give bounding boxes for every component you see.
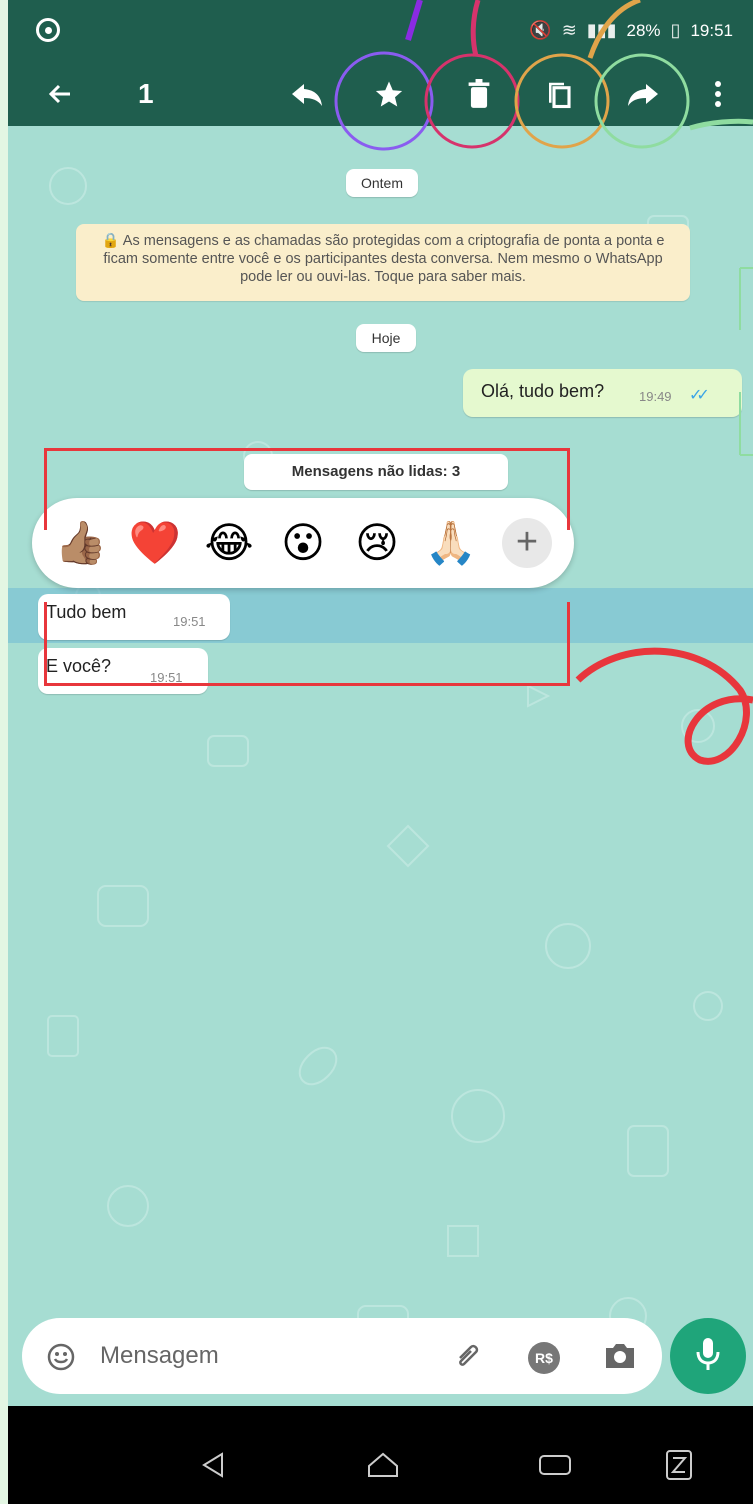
whatsapp-notification-icon [36,18,60,42]
home-nav-icon[interactable] [366,1450,400,1480]
delete-button[interactable] [454,62,504,126]
date-divider-today: Hoje [356,324,416,352]
star-button[interactable] [364,62,414,126]
signal-icon: ▮▮▮ [586,20,617,40]
message-time: 19:49 [639,389,672,404]
camera-icon[interactable] [602,1340,638,1372]
mute-icon: 🔇 [529,20,552,40]
microphone-icon [696,1338,720,1370]
more-icon [715,81,721,107]
forward-icon [628,84,658,106]
read-receipt-icon: ✓✓ [689,387,710,404]
chat-area[interactable]: Ontem 🔒 As mensagens e as chamadas são p… [8,126,753,1406]
phone-screen: 🔇 ≋ ▮▮▮ 28% ▯ 19:51 1 Ontem 🔒 As mensage… [8,0,753,1504]
selected-count: 1 [138,78,154,109]
back-icon [48,84,70,104]
delete-icon [468,79,490,108]
annotation-box-bottom [44,602,570,686]
wifi-icon: ≋ [561,20,577,40]
copy-button[interactable] [534,62,584,126]
recents-nav-icon[interactable] [538,1452,572,1478]
date-divider-yesterday: Ontem [346,169,418,197]
reply-icon [292,84,322,106]
message-text: Olá, tudo bem? [481,381,605,401]
attach-icon[interactable] [452,1340,486,1374]
copy-icon [549,82,571,109]
outgoing-message[interactable]: Olá, tudo bem? 19:49 ✓✓ [463,369,742,417]
wallpaper-pattern [47,167,723,1357]
message-composer: Mensagem R$ [22,1318,662,1394]
star-icon [375,81,403,107]
battery-percent: 28% [626,20,661,40]
status-bar: 🔇 ≋ ▮▮▮ 28% ▯ 19:51 [8,0,753,62]
clock: 19:51 [690,20,733,40]
voice-message-button[interactable] [670,1318,746,1394]
encryption-notice[interactable]: 🔒 As mensagens e as chamadas são protegi… [76,224,690,301]
message-input[interactable]: Mensagem [100,1342,219,1370]
payment-icon[interactable]: R$ [528,1342,560,1374]
hide-keyboard-icon[interactable] [664,1448,694,1482]
emoji-icon[interactable] [46,1342,76,1372]
battery-icon: ▯ [670,20,681,40]
back-nav-icon[interactable] [198,1450,228,1480]
annotation-box-top [44,448,570,530]
back-button[interactable] [38,62,82,126]
reply-button[interactable] [282,62,332,126]
more-options-button[interactable] [698,62,738,126]
system-navigation-bar [8,1406,753,1504]
selection-toolbar: 1 [8,62,753,126]
forward-button[interactable] [618,62,668,126]
